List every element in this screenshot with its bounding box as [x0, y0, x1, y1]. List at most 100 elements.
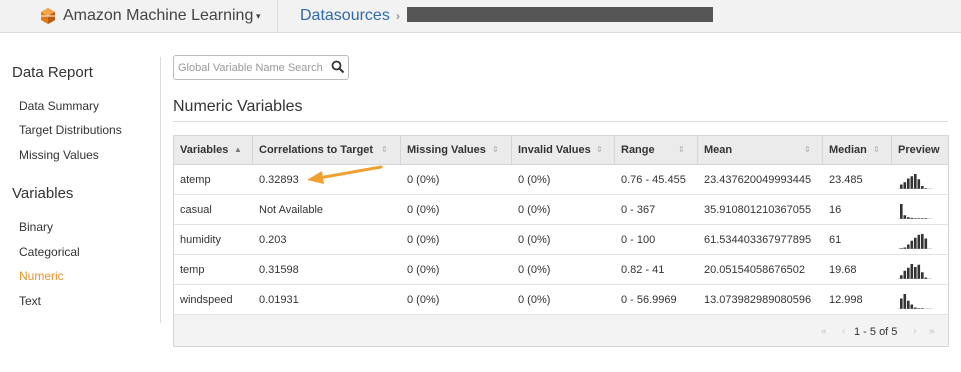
previous-page-icon[interactable]: ‹: [842, 326, 845, 337]
variable-search-box[interactable]: [173, 55, 349, 80]
column-header-correlations[interactable]: Correlations to Target ⇕: [253, 136, 401, 165]
histogram-bar: [907, 178, 910, 189]
histogram-bar: [907, 300, 910, 309]
histogram-bar: [910, 240, 914, 249]
table-row: windspeed 0.01931 0 (0%) 0 (0%) 0 - 56.9…: [174, 285, 948, 315]
cell-correlation: 0.31598: [259, 264, 299, 276]
cell-range: 0 - 367: [621, 204, 656, 216]
preview-histogram[interactable]: [898, 173, 938, 189]
page-title: Numeric Variables: [173, 98, 303, 115]
section-title-variables: Variables: [12, 185, 74, 202]
table-row: atemp 0.32893 0 (0%) 0 (0%) 0.76 - 45.45…: [174, 165, 948, 195]
annotation-arrow-icon: [307, 165, 383, 184]
chevron-down-icon[interactable]: ▾: [256, 11, 261, 22]
histogram-bar: [903, 294, 907, 309]
histogram-bar: [914, 237, 917, 249]
table-row: temp 0.31598 0 (0%) 0 (0%) 0.82 - 41 20.…: [174, 255, 948, 285]
histogram-bar: [917, 234, 921, 249]
column-header-label: Range: [621, 144, 655, 156]
app-name-menu[interactable]: Amazon Machine Learning: [63, 7, 253, 25]
cell-variable: casual: [180, 204, 212, 216]
cell-correlation: 0.203: [259, 234, 287, 246]
preview-histogram[interactable]: [898, 233, 938, 249]
preview-histogram[interactable]: [898, 263, 938, 279]
column-header-label: Missing Values: [407, 144, 486, 156]
cell-correlation: Not Available: [259, 204, 324, 216]
histogram-bar: [903, 182, 907, 189]
cell-mean: 13.073982989080596: [704, 294, 812, 306]
sidebar-item-binary[interactable]: Binary: [19, 220, 53, 234]
cell-median: 23.485: [829, 174, 863, 186]
cell-range: 0 - 100: [621, 234, 656, 246]
first-page-icon[interactable]: «: [821, 326, 827, 337]
cell-median: 16: [829, 204, 842, 216]
column-header-variables[interactable]: Variables ▲: [174, 136, 253, 165]
cell-median: 12.998: [829, 294, 863, 306]
column-header-preview: Preview: [892, 136, 948, 165]
column-header-range[interactable]: Range ⇕: [615, 136, 698, 165]
sort-icon: ⇕: [678, 145, 685, 154]
last-page-icon[interactable]: »: [929, 326, 935, 337]
search-input[interactable]: [178, 59, 330, 76]
sort-icon: ⇕: [596, 145, 603, 154]
sidebar-item-target-distributions[interactable]: Target Distributions: [19, 123, 122, 137]
sidebar-item-data-summary[interactable]: Data Summary: [19, 99, 99, 113]
search-icon[interactable]: [331, 60, 345, 74]
column-header-label: Variables: [180, 144, 229, 156]
histogram-bar: [917, 179, 921, 189]
cell-variable: temp: [180, 264, 205, 276]
histogram-bar: [900, 184, 903, 189]
histogram-bar: [903, 215, 907, 219]
cell-median: 61: [829, 234, 842, 246]
next-page-icon[interactable]: ›: [913, 326, 916, 337]
chevron-right-icon: ›: [396, 9, 400, 23]
sidebar-item-text[interactable]: Text: [19, 294, 41, 308]
table-row: casual Not Available 0 (0%) 0 (0%) 0 - 3…: [174, 195, 948, 225]
sort-icon: ⇕: [804, 145, 811, 154]
sidebar-item-missing-values[interactable]: Missing Values: [19, 148, 99, 162]
column-header-invalid-values[interactable]: Invalid Values ⇕: [512, 136, 615, 165]
histogram-bar: [910, 176, 914, 189]
column-header-label: Mean: [704, 144, 733, 156]
sidebar-divider: [160, 57, 161, 323]
cell-invalid: 0 (0%): [518, 234, 551, 246]
redacted-breadcrumb: [407, 7, 713, 22]
column-header-missing-values[interactable]: Missing Values ⇕: [401, 136, 512, 165]
divider: [173, 121, 948, 122]
cell-correlation: 0.32893: [259, 174, 299, 186]
column-header-mean[interactable]: Mean ⇕: [698, 136, 823, 165]
cell-mean: 61.534403367977895: [704, 234, 812, 246]
histogram-bar: [921, 186, 924, 189]
preview-histogram[interactable]: [898, 293, 938, 309]
sort-icon: ⇕: [492, 145, 499, 154]
histogram-bar: [914, 174, 917, 189]
cell-missing: 0 (0%): [407, 294, 440, 306]
cell-range: 0.82 - 41: [621, 264, 665, 276]
sidebar-item-numeric[interactable]: Numeric: [19, 269, 64, 283]
cell-correlation: 0.01931: [259, 294, 299, 306]
histogram-bar: [910, 264, 914, 279]
table-header: Variables ▲ Correlations to Target ⇕ Mis…: [174, 136, 948, 165]
column-header-label: Median: [829, 144, 867, 156]
cell-invalid: 0 (0%): [518, 204, 551, 216]
cell-invalid: 0 (0%): [518, 264, 551, 276]
cell-missing: 0 (0%): [407, 204, 440, 216]
histogram-bar: [900, 204, 903, 219]
cell-mean: 23.437620049993445: [704, 174, 812, 186]
sort-ascending-icon: ▲: [234, 145, 242, 154]
cell-invalid: 0 (0%): [518, 174, 551, 186]
preview-histogram[interactable]: [898, 203, 938, 219]
breadcrumb-datasources[interactable]: Datasources: [300, 7, 390, 25]
divider: [277, 0, 278, 33]
histogram-bar: [914, 267, 917, 279]
histogram-bar: [921, 272, 924, 279]
sidebar-item-categorical[interactable]: Categorical: [19, 245, 80, 259]
histogram-bar: [917, 264, 921, 279]
histogram-bar: [900, 275, 903, 279]
histogram-bar: [924, 238, 928, 249]
column-header-median[interactable]: Median ⇕: [823, 136, 892, 165]
amazon-ml-logo-icon: [41, 8, 55, 24]
sort-icon: ⇕: [873, 145, 880, 154]
cell-range: 0 - 56.9969: [621, 294, 677, 306]
cell-variable: windspeed: [180, 294, 233, 306]
